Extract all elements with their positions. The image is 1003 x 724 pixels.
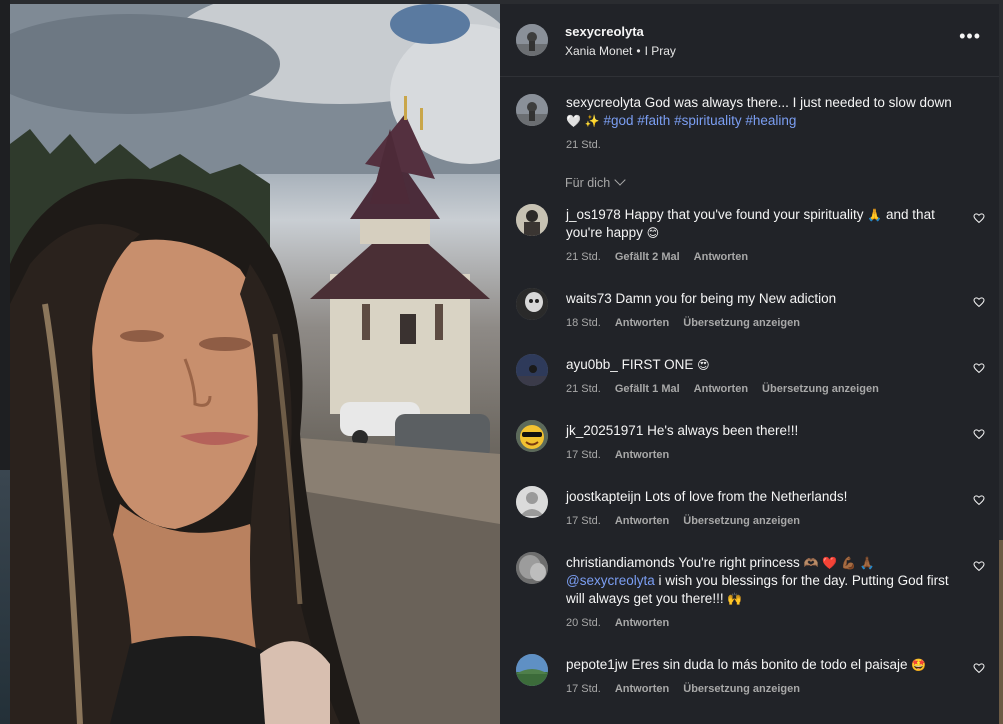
sort-dropdown[interactable]: Für dich: [565, 174, 626, 190]
chevron-down-icon: [614, 174, 626, 186]
comment-likes[interactable]: Gefällt 2 Mal: [615, 251, 680, 263]
heart-icon[interactable]: [973, 362, 985, 374]
post-header: sexycreolyta Xania Monet • I Pray •••: [500, 4, 999, 77]
comment-username[interactable]: ayu0bb_: [566, 357, 618, 372]
caption-username[interactable]: sexycreolyta: [566, 95, 641, 110]
comment-emoji: 🙌: [727, 592, 743, 606]
comment-text: He's always been there!!!: [647, 423, 799, 438]
comment-meta: 17 Std. Antworten: [566, 446, 958, 464]
comment-username[interactable]: christiandiamonds: [566, 555, 675, 570]
more-options-icon[interactable]: •••: [959, 27, 981, 45]
hashtag-link[interactable]: #spirituality: [674, 113, 742, 128]
reply-button[interactable]: Antworten: [615, 617, 669, 629]
comment-emoji: 🤩: [911, 658, 927, 672]
comment-text: Lots of love from the Netherlands!: [644, 489, 848, 504]
comment-meta: 21 Std. Gefällt 2 Mal Antworten: [566, 248, 958, 266]
commenter-avatar[interactable]: [516, 420, 548, 452]
comments-panel: sexycreolyta Xania Monet • I Pray ••• sexy…: [500, 4, 999, 724]
hashtag-link[interactable]: #healing: [745, 113, 796, 128]
comment-time[interactable]: 21 Std.: [566, 251, 601, 263]
caption-time[interactable]: 21 Std.: [566, 139, 601, 151]
heart-icon[interactable]: [973, 494, 985, 506]
comment-time[interactable]: 20 Std.: [566, 617, 601, 629]
backdrop-left-bottom: [0, 470, 10, 724]
music-info[interactable]: Xania Monet • I Pray: [565, 44, 676, 58]
commenter-avatar[interactable]: [516, 288, 548, 320]
heart-icon[interactable]: [973, 296, 985, 308]
comment-meta: 20 Std. Antworten: [566, 614, 958, 632]
heart-icon[interactable]: [973, 560, 985, 572]
comment-time[interactable]: 18 Std.: [566, 317, 601, 329]
backdrop-right: [999, 540, 1003, 724]
caption-text: sexycreolyta God was always there... I j…: [566, 94, 966, 154]
comment-time[interactable]: 17 Std.: [566, 449, 601, 461]
commenter-avatar[interactable]: [516, 552, 548, 584]
comment-username[interactable]: jk_20251971: [566, 423, 643, 438]
reply-button[interactable]: Antworten: [615, 317, 669, 329]
comment-text: FIRST ONE: [621, 357, 694, 372]
heart-icon[interactable]: [973, 212, 985, 224]
sort-label: Für dich: [565, 176, 611, 190]
comment-time[interactable]: 17 Std.: [566, 683, 601, 695]
author-avatar[interactable]: [516, 24, 548, 56]
hashtag-link[interactable]: #faith: [637, 113, 670, 128]
reply-button[interactable]: Antworten: [615, 683, 669, 695]
caption-emojis: 🤍 ✨: [566, 114, 600, 128]
commenter-avatar[interactable]: [516, 486, 548, 518]
comment-body: christiandiamonds You're right princess …: [566, 554, 958, 632]
comment-body: jk_20251971 He's always been there!!! 17…: [566, 422, 958, 464]
comment-body: j_os1978 Happy that you've found your sp…: [566, 206, 958, 266]
music-artist[interactable]: Xania Monet: [565, 44, 632, 58]
music-title[interactable]: I Pray: [645, 44, 676, 58]
comment-meta: 17 Std. Antworten Übersetzung anzeigen: [566, 680, 958, 698]
reply-button[interactable]: Antworten: [694, 251, 748, 263]
commenter-avatar[interactable]: [516, 654, 548, 686]
reply-button[interactable]: Antworten: [615, 515, 669, 527]
commenter-avatar[interactable]: [516, 204, 548, 236]
comment-time[interactable]: 21 Std.: [566, 383, 601, 395]
translate-button[interactable]: Übersetzung anzeigen: [683, 317, 800, 329]
caption-avatar[interactable]: [516, 94, 548, 126]
mention-link[interactable]: @sexycreolyta: [566, 573, 655, 588]
commenter-avatar[interactable]: [516, 354, 548, 386]
comment-text: Damn you for being my New adiction: [615, 291, 837, 306]
caption-body: God was always there... I just needed to…: [644, 95, 952, 110]
comment-text: Eres sin duda lo más bonito de todo el p…: [631, 657, 908, 672]
comment-emoji: 😍: [697, 358, 710, 372]
heart-icon[interactable]: [973, 662, 985, 674]
comment-emoji: 🙏: [867, 208, 883, 222]
reply-button[interactable]: Antworten: [615, 449, 669, 461]
comment-text: You're right princess: [678, 555, 800, 570]
comment-username[interactable]: pepote1jw: [566, 657, 628, 672]
comment-username[interactable]: joostkapteijn: [566, 489, 641, 504]
comment-body: ayu0bb_ FIRST ONE 😍 21 Std. Gefällt 1 Mal…: [566, 356, 958, 398]
translate-button[interactable]: Übersetzung anzeigen: [683, 515, 800, 527]
comment-username[interactable]: waits73: [566, 291, 612, 306]
translate-button[interactable]: Übersetzung anzeigen: [683, 683, 800, 695]
comment-body: waits73 Damn you for being my New adicti…: [566, 290, 958, 332]
comment-meta: 18 Std. Antworten Übersetzung anzeigen: [566, 314, 958, 332]
post-photo[interactable]: [10, 4, 500, 724]
comment-text: Happy that you've found your spiritualit…: [624, 207, 864, 222]
comment-meta: 21 Std. Gefällt 1 Mal Antworten Übersetzung…: [566, 380, 958, 398]
caption-meta: 21 Std.: [566, 136, 966, 154]
photo-illustration: [10, 4, 500, 724]
translate-button[interactable]: Übersetzung anzeigen: [762, 383, 879, 395]
comment-meta: 17 Std. Antworten Übersetzung anzeigen: [566, 512, 958, 530]
comment-time[interactable]: 17 Std.: [566, 515, 601, 527]
comment-body: pepote1jw Eres sin duda lo más bonito de…: [566, 656, 958, 698]
comment-emoji: 😊: [646, 226, 660, 240]
comment-emoji: 🫶🏽 ❤️ 💪🏾 🙏🏾: [803, 556, 875, 570]
comment-likes[interactable]: Gefällt 1 Mal: [615, 383, 680, 395]
comment-body: joostkapteijn Lots of love from the Neth…: [566, 488, 958, 530]
heart-icon[interactable]: [973, 428, 985, 440]
author-username[interactable]: sexycreolyta: [565, 24, 644, 39]
reply-button[interactable]: Antworten: [694, 383, 748, 395]
comment-username[interactable]: j_os1978: [566, 207, 621, 222]
hashtag-link[interactable]: #god: [603, 113, 633, 128]
separator-dot: •: [636, 44, 641, 58]
